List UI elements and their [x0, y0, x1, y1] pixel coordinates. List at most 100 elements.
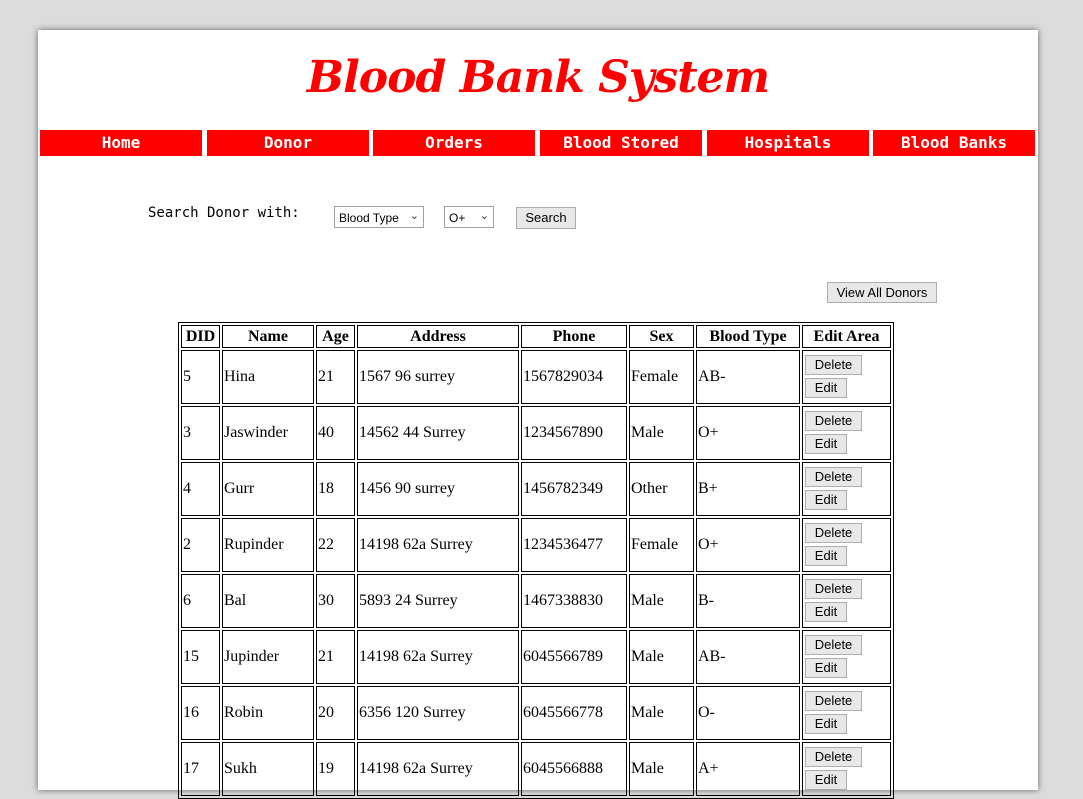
- chevron-down-icon: ⌄: [409, 210, 419, 222]
- blood-type-select[interactable]: O+ ⌄: [444, 206, 494, 228]
- delete-button[interactable]: Delete: [805, 690, 862, 711]
- nav-item-blood-stored[interactable]: Blood Stored: [540, 130, 702, 156]
- table-row: 5 Hina 21 1567 96 surrey 1567829034 Fema…: [181, 350, 891, 404]
- cell-age: 40: [316, 406, 355, 460]
- cell-phone: 1567829034: [521, 350, 627, 404]
- edit-button[interactable]: Edit: [805, 433, 847, 454]
- delete-button[interactable]: Delete: [805, 354, 862, 375]
- table-row: 15 Jupinder 21 14198 62a Surrey 60455667…: [181, 630, 891, 684]
- cell-age: 18: [316, 462, 355, 516]
- edit-button[interactable]: Edit: [805, 769, 847, 790]
- cell-name: Bal: [222, 574, 314, 628]
- edit-button[interactable]: Edit: [805, 713, 847, 734]
- cell-blood-type: AB-: [696, 350, 800, 404]
- nav-item-orders[interactable]: Orders: [373, 130, 535, 156]
- delete-button[interactable]: Delete: [805, 746, 862, 767]
- cell-address: 14198 62a Surrey: [357, 742, 519, 796]
- edit-button[interactable]: Edit: [805, 377, 847, 398]
- search-field-value: Blood Type: [339, 211, 399, 225]
- cell-sex: Male: [629, 406, 694, 460]
- cell-age: 20: [316, 686, 355, 740]
- cell-sex: Female: [629, 518, 694, 572]
- column-header-blood-type: Blood Type: [696, 325, 800, 348]
- cell-age: 22: [316, 518, 355, 572]
- view-all-donors-button[interactable]: View All Donors: [827, 282, 937, 303]
- cell-edit-area: Delete Edit: [802, 350, 891, 404]
- cell-blood-type: B-: [696, 574, 800, 628]
- blood-type-value: O+: [449, 211, 466, 225]
- nav-item-blood-banks[interactable]: Blood Banks: [873, 130, 1035, 156]
- delete-button[interactable]: Delete: [805, 522, 862, 543]
- delete-button[interactable]: Delete: [805, 634, 862, 655]
- cell-age: 21: [316, 630, 355, 684]
- cell-blood-type: AB-: [696, 630, 800, 684]
- cell-phone: 6045566778: [521, 686, 627, 740]
- search-button[interactable]: Search: [516, 207, 576, 229]
- search-field-select[interactable]: Blood Type ⌄: [334, 206, 424, 228]
- page-card: Blood Bank System Home Donor Orders Bloo…: [38, 30, 1038, 799]
- cell-edit-area: Delete Edit: [802, 686, 891, 740]
- edit-button[interactable]: Edit: [805, 657, 847, 678]
- cell-phone: 6045566789: [521, 630, 627, 684]
- cell-edit-area: Delete Edit: [802, 574, 891, 628]
- donor-table: DID Name Age Address Phone Sex Blood Typ…: [178, 322, 894, 799]
- chevron-down-icon: ⌄: [479, 210, 489, 222]
- delete-button[interactable]: Delete: [805, 466, 862, 487]
- nav-item-hospitals[interactable]: Hospitals: [707, 130, 869, 156]
- nav-item-donor[interactable]: Donor: [207, 130, 369, 156]
- column-header-sex: Sex: [629, 325, 694, 348]
- table-row: 16 Robin 20 6356 120 Surrey 6045566778 M…: [181, 686, 891, 740]
- cell-sex: Other: [629, 462, 694, 516]
- search-label: Search Donor with:: [148, 205, 300, 221]
- delete-button[interactable]: Delete: [805, 578, 862, 599]
- edit-button[interactable]: Edit: [805, 545, 847, 566]
- cell-name: Jaswinder: [222, 406, 314, 460]
- cell-did: 2: [181, 518, 220, 572]
- table-row: 6 Bal 30 5893 24 Surrey 1467338830 Male …: [181, 574, 891, 628]
- table-row: 17 Sukh 19 14198 62a Surrey 6045566888 M…: [181, 742, 891, 796]
- cell-did: 3: [181, 406, 220, 460]
- cell-address: 14198 62a Surrey: [357, 518, 519, 572]
- cell-sex: Male: [629, 686, 694, 740]
- cell-address: 5893 24 Surrey: [357, 574, 519, 628]
- cell-sex: Male: [629, 574, 694, 628]
- cell-name: Jupinder: [222, 630, 314, 684]
- cell-sex: Male: [629, 630, 694, 684]
- site-title: Blood Bank System: [306, 52, 770, 103]
- cell-blood-type: O+: [696, 518, 800, 572]
- cell-blood-type: B+: [696, 462, 800, 516]
- cell-edit-area: Delete Edit: [802, 518, 891, 572]
- delete-button[interactable]: Delete: [805, 410, 862, 431]
- cell-did: 16: [181, 686, 220, 740]
- cell-sex: Female: [629, 350, 694, 404]
- cell-name: Robin: [222, 686, 314, 740]
- cell-edit-area: Delete Edit: [802, 462, 891, 516]
- column-header-name: Name: [222, 325, 314, 348]
- cell-address: 1456 90 surrey: [357, 462, 519, 516]
- cell-phone: 1234567890: [521, 406, 627, 460]
- cell-age: 19: [316, 742, 355, 796]
- edit-button[interactable]: Edit: [805, 489, 847, 510]
- table-row: 3 Jaswinder 40 14562 44 Surrey 123456789…: [181, 406, 891, 460]
- cell-name: Hina: [222, 350, 314, 404]
- cell-name: Gurr: [222, 462, 314, 516]
- column-header-address: Address: [357, 325, 519, 348]
- edit-button[interactable]: Edit: [805, 601, 847, 622]
- column-header-edit-area: Edit Area: [802, 325, 891, 348]
- cell-did: 15: [181, 630, 220, 684]
- cell-did: 4: [181, 462, 220, 516]
- cell-did: 6: [181, 574, 220, 628]
- cell-did: 5: [181, 350, 220, 404]
- cell-edit-area: Delete Edit: [802, 742, 891, 796]
- column-header-age: Age: [316, 325, 355, 348]
- cell-address: 1567 96 surrey: [357, 350, 519, 404]
- cell-did: 17: [181, 742, 220, 796]
- nav-item-home[interactable]: Home: [40, 130, 202, 156]
- cell-phone: 1467338830: [521, 574, 627, 628]
- cell-name: Sukh: [222, 742, 314, 796]
- cell-edit-area: Delete Edit: [802, 630, 891, 684]
- table-row: 2 Rupinder 22 14198 62a Surrey 123453647…: [181, 518, 891, 572]
- cell-phone: 1456782349: [521, 462, 627, 516]
- cell-age: 30: [316, 574, 355, 628]
- cell-blood-type: O+: [696, 406, 800, 460]
